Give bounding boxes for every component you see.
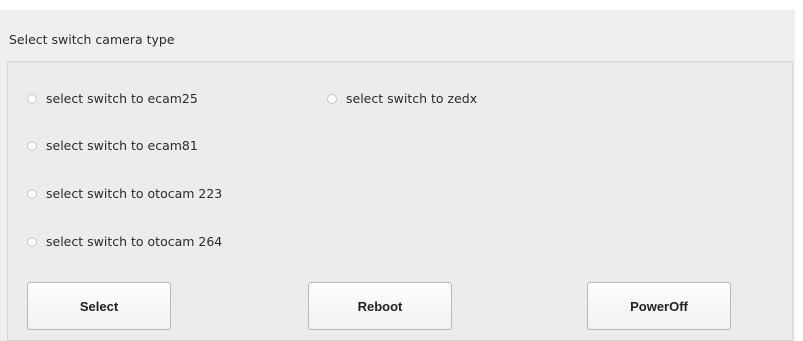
radio-button-icon[interactable] xyxy=(27,94,37,104)
radio-label: select switch to ecam81 xyxy=(46,138,198,153)
group-title: Select switch camera type xyxy=(9,32,175,47)
radio-label: select switch to otocam 264 xyxy=(46,234,223,249)
radio-button-icon[interactable] xyxy=(327,94,337,104)
radio-button-icon[interactable] xyxy=(27,237,37,247)
radio-button-icon[interactable] xyxy=(27,141,37,151)
radio-ecam81[interactable]: select switch to ecam81 xyxy=(27,137,198,155)
radio-label: select switch to otocam 223 xyxy=(46,186,223,201)
poweroff-button[interactable]: PowerOff xyxy=(587,282,731,330)
select-button[interactable]: Select xyxy=(27,282,171,330)
radio-otocam-264[interactable]: select switch to otocam 264 xyxy=(27,233,222,251)
radio-zedx[interactable]: select switch to zedx xyxy=(327,90,477,108)
radio-button-icon[interactable] xyxy=(27,189,37,199)
radio-otocam-223[interactable]: select switch to otocam 223 xyxy=(27,185,222,203)
reboot-button[interactable]: Reboot xyxy=(308,282,452,330)
radio-label: select switch to zedx xyxy=(346,91,478,106)
radio-ecam25[interactable]: select switch to ecam25 xyxy=(27,90,198,108)
radio-label: select switch to ecam25 xyxy=(46,91,198,106)
